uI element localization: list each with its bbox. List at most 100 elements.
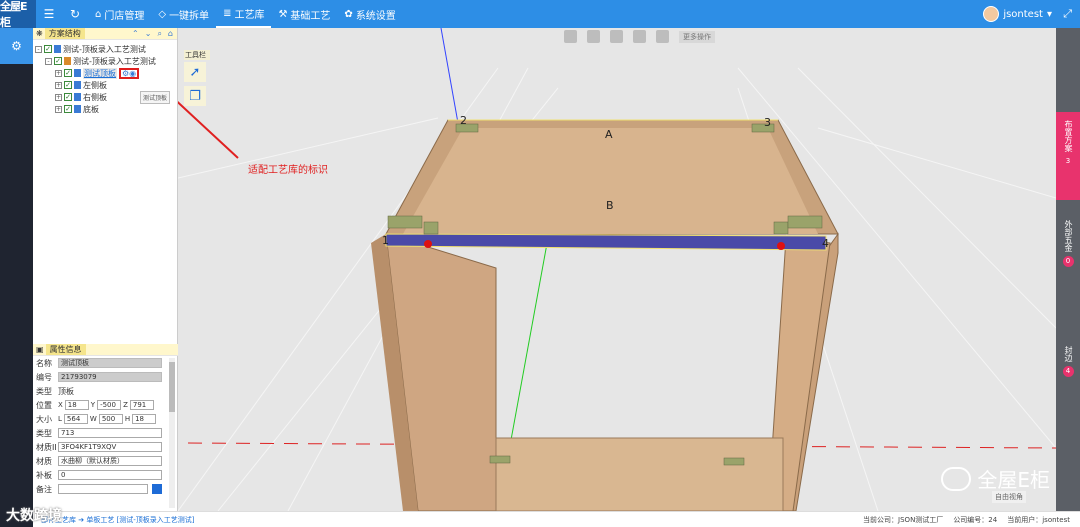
tree-node-selected[interactable]: + ✓ 测试顶板 ⚙◉: [35, 67, 175, 79]
attr-label: 备注: [36, 484, 52, 494]
face-label: A: [605, 128, 613, 141]
expand-icon[interactable]: +: [55, 93, 62, 101]
fullscreen-icon[interactable]: ⤢: [1063, 7, 1072, 21]
nav-system-settings[interactable]: ✿ 系统设置: [337, 0, 402, 28]
breadcrumb[interactable]: 部件工艺库 ➔ 单板工艺 [测试-顶板录入工艺测试]: [41, 515, 195, 525]
size-w-field[interactable]: 500: [98, 414, 123, 424]
tree-label: 右侧板: [83, 92, 107, 102]
checkbox[interactable]: ✓: [64, 93, 72, 101]
checkbox[interactable]: ✓: [64, 81, 72, 89]
attr-label: 位置: [36, 400, 52, 410]
tab-layout-scheme[interactable]: 布置方案 3: [1056, 112, 1080, 200]
save-icon[interactable]: [152, 484, 162, 494]
tree-node[interactable]: + ✓ 左侧板: [35, 79, 175, 91]
tree-node[interactable]: - ✓ 测试-顶板录入工艺测试: [35, 43, 175, 55]
annotation-text: 适配工艺库的标识: [248, 165, 328, 176]
company-number: 公司编号：24: [953, 515, 998, 524]
attr-label: 类型: [36, 428, 52, 438]
tab-label: 外部五金: [1064, 220, 1073, 252]
note-field[interactable]: [58, 484, 148, 494]
status-bar: 部件工艺库 ➔ 单板工艺 [测试-顶板录入工艺测试] 当前公司：JSON测试工厂…: [33, 511, 1080, 527]
copy-icon[interactable]: ❐: [184, 86, 206, 106]
home-icon[interactable]: ⌂: [168, 29, 173, 39]
tree-label: 测试-顶板录入工艺测试: [63, 44, 146, 54]
corner-label: 3: [764, 116, 771, 129]
nav-one-click-split[interactable]: ◇ 一键拆单: [151, 0, 216, 28]
collapse-icon[interactable]: -: [35, 45, 42, 53]
fit-view-icon[interactable]: [633, 30, 646, 43]
craft-library-badge-icon[interactable]: ⚙◉: [119, 67, 140, 79]
material-id-field[interactable]: 3FO4KF1T9XQV: [58, 442, 162, 452]
collapse-all-icon[interactable]: ⌄: [145, 29, 152, 39]
more-ops-dropdown[interactable]: 更多操作: [679, 30, 715, 43]
expand-icon[interactable]: +: [55, 69, 62, 77]
size-h-field[interactable]: 18: [132, 414, 157, 424]
expand-icon[interactable]: +: [55, 81, 62, 89]
nav-basic-craft[interactable]: ⚒ 基础工艺: [271, 0, 337, 28]
expand-all-icon[interactable]: ⌃: [132, 29, 139, 39]
app-logo[interactable]: 全屋E柜: [0, 0, 36, 29]
nav-label: 工艺库: [234, 9, 265, 21]
collapse-icon[interactable]: -: [45, 57, 52, 65]
tree-node[interactable]: - ✓ 测试-顶板录入工艺测试: [35, 55, 175, 67]
pos-x-field[interactable]: 18: [64, 400, 89, 410]
current-company: 当前公司：JSON测试工厂: [863, 515, 944, 524]
scheme-panel: ❋ 方案结构 ⌃ ⌄ ⌕ ⌂ - ✓ 测试-顶板录入工艺测试 - ✓ 测试-顶板录入工艺…: [33, 28, 178, 511]
tab-external-hardware[interactable]: 外部五金 0: [1056, 212, 1080, 308]
user-menu[interactable]: jsontest ▾: [983, 0, 1052, 28]
menu-icon[interactable]: ☰: [36, 7, 62, 21]
scrollbar[interactable]: [169, 358, 175, 508]
target-icon[interactable]: [587, 30, 600, 43]
expand-icon[interactable]: +: [55, 105, 62, 113]
checkbox[interactable]: ✓: [64, 69, 72, 77]
cabinet-icon[interactable]: ⚙: [0, 28, 33, 64]
patch-field[interactable]: 0: [58, 470, 162, 480]
corner-label: 2: [460, 114, 467, 127]
panel-header-icon: ❋: [36, 29, 43, 38]
lightning-icon[interactable]: [656, 30, 669, 43]
tooltip: 测试顶板: [140, 91, 171, 104]
panel-title: 方案结构: [44, 28, 85, 39]
view-mode-dropdown[interactable]: 自由视角: [992, 491, 1026, 503]
checkbox[interactable]: ✓: [64, 105, 72, 113]
tree-label: 左侧板: [83, 80, 107, 90]
code-field[interactable]: 21793079: [58, 372, 162, 382]
view-toolbar: 更多操作: [564, 30, 715, 43]
corner-label: 4: [822, 237, 829, 250]
checkbox[interactable]: ✓: [44, 45, 52, 53]
scene-canvas[interactable]: [178, 28, 1056, 511]
top-bar: 全屋E柜 ☰ ↻ ⌂ 门店管理 ◇ 一键拆单 ≣ 工艺库 ⚒ 基础工艺 ✿ 系统设置 js…: [0, 0, 1080, 29]
layers-icon[interactable]: [610, 30, 623, 43]
checkbox[interactable]: ✓: [54, 57, 62, 65]
nav-label: 系统设置: [355, 10, 396, 22]
nav-store-management[interactable]: ⌂ 门店管理: [88, 0, 151, 28]
avatar: [983, 6, 1000, 22]
pos-y-field[interactable]: -500: [97, 400, 122, 410]
home-icon: ⌂: [95, 8, 102, 20]
view-box-icon[interactable]: [564, 30, 577, 43]
count-badge: 4: [1062, 366, 1074, 377]
footer-watermark: 大数跨境: [6, 508, 62, 524]
main-nav: ⌂ 门店管理 ◇ 一键拆单 ≣ 工艺库 ⚒ 基础工艺 ✿ 系统设置: [88, 0, 403, 28]
wechat-icon: [941, 466, 972, 491]
attr-label: 名称: [36, 358, 52, 368]
panel-icon: [74, 105, 81, 113]
right-rail: 布置方案 3 外部五金 0 封边 4: [1056, 28, 1080, 511]
cabinet-icon: [64, 57, 71, 65]
material-field[interactable]: 水曲柳（默认材质）: [58, 456, 162, 466]
name-field[interactable]: 测试顶板: [58, 358, 162, 368]
pos-z-field[interactable]: 791: [129, 400, 154, 410]
select-cursor-icon[interactable]: ➚: [184, 62, 206, 82]
panel-header: ❋ 方案结构 ⌃ ⌄ ⌕ ⌂: [33, 28, 177, 40]
3d-viewport[interactable]: 更多操作 工具栏 ➚ ❐ 适配工艺库的标识 1 2 3 4 A B 全屋E柜 自…: [178, 28, 1056, 511]
tree-node[interactable]: + ✓ 底板: [35, 103, 175, 115]
left-rail: ⚙: [0, 28, 33, 527]
kind-field[interactable]: 713: [58, 428, 162, 438]
tab-edge-banding[interactable]: 封边 4: [1056, 338, 1080, 398]
attribute-panel: ▣ 属性信息 名称 测试顶板 编号 21793079 类型 顶板 位置 X 18 Y -500…: [33, 344, 178, 496]
watermark: 全屋E柜: [941, 464, 1050, 493]
search-icon[interactable]: ⌕: [157, 29, 161, 39]
refresh-icon[interactable]: ↻: [62, 7, 88, 21]
nav-craft-library[interactable]: ≣ 工艺库: [216, 0, 272, 28]
size-l-field[interactable]: 564: [63, 414, 88, 424]
